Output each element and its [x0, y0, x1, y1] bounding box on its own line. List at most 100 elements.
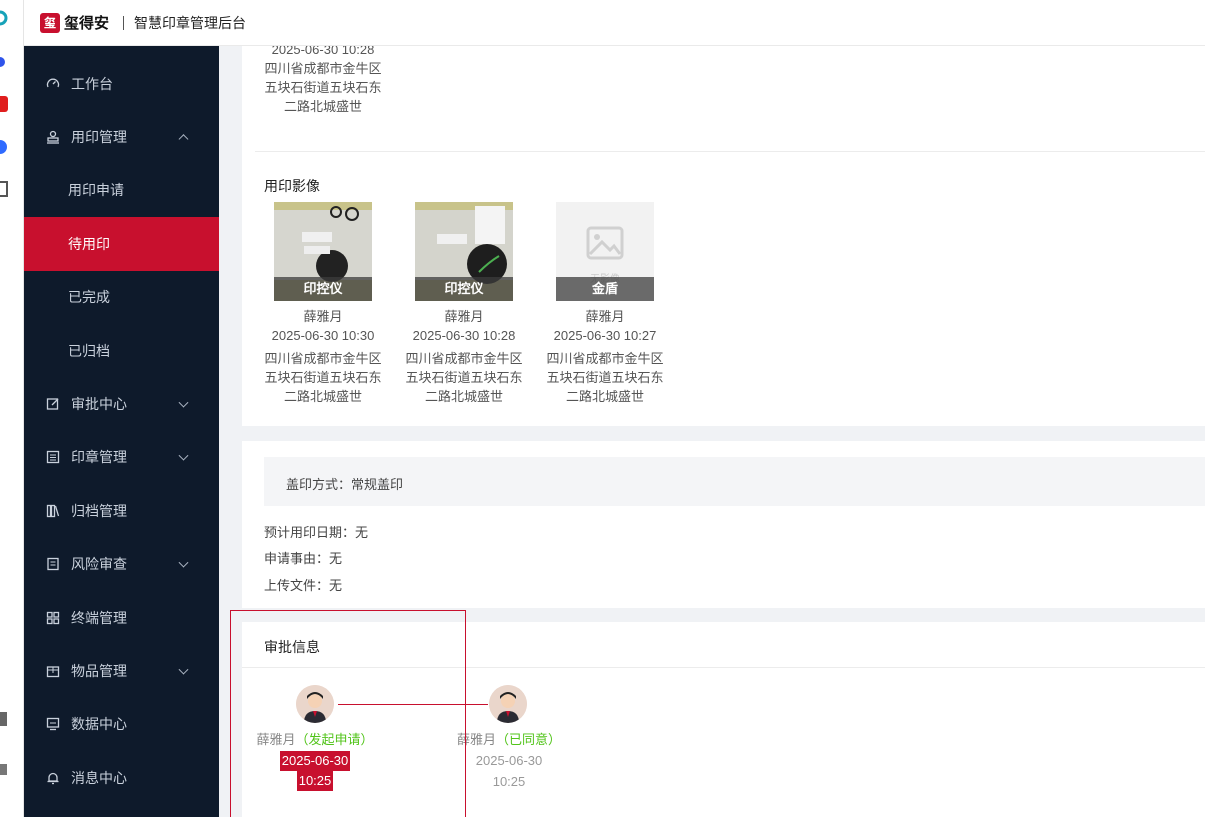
method-box: 盖印方式：常规盖印: [264, 457, 1205, 506]
operator-name: 薛雅月: [585, 309, 625, 324]
record-address-line: 四川省成都市金牛区: [264, 351, 382, 366]
device-label: 印控仪: [274, 277, 372, 301]
sidebar-item-label: 风险审查: [71, 556, 127, 573]
sidebar-item-seal-usage[interactable]: 用印管理: [24, 110, 219, 163]
divider: [242, 667, 1205, 668]
record-time: 2025-06-30 10:28: [412, 328, 516, 343]
app-ring-icon[interactable]: [0, 10, 8, 26]
approval-step: 薛雅月（发起申请） 2025-06-30 10:25: [250, 729, 380, 791]
record-address-line: 四川省成都市金牛区: [405, 351, 523, 366]
expected-date: 预计用印日期：无: [264, 525, 369, 540]
sidebar-item-label: 物品管理: [71, 662, 127, 679]
box-outline-icon[interactable]: [0, 181, 8, 197]
sidebar-subitem-apply[interactable]: 用印申请: [24, 164, 219, 217]
sidebar-subitem-pending[interactable]: 待用印: [24, 217, 219, 271]
stamp-photo[interactable]: 印控仪: [274, 202, 372, 301]
badge-icon[interactable]: [0, 96, 8, 112]
sidebar-item-goods[interactable]: 物品管理: [24, 644, 219, 697]
avatar: [489, 685, 527, 723]
stamp-method: 盖印方式：常规盖印: [286, 477, 404, 492]
record-time: 2025-06-30 10:27: [553, 328, 657, 343]
approval-time: 10:25: [492, 774, 526, 789]
stamp-icon: [46, 130, 60, 144]
stamp-image-item: 印控仪 薛雅月 2025-06-30 10:30 四川省成都市金牛区 五块石街道…: [263, 202, 383, 406]
approval-status: （发起申请）: [295, 732, 374, 747]
approval-date: 2025-06-30: [475, 753, 543, 768]
approval-status: （已同意）: [496, 732, 562, 747]
sidebar-item-label: 消息中心: [71, 769, 127, 786]
approval-connector: [338, 704, 488, 705]
approval-title: 审批信息: [264, 639, 320, 655]
record-address-line: 二路北城盛世: [283, 389, 362, 404]
sidebar-item-messages[interactable]: 消息中心: [24, 751, 219, 804]
approval-time: 10:25: [296, 771, 334, 791]
box-icon: [46, 664, 60, 678]
bag-icon[interactable]: [0, 760, 8, 776]
record-address-line: 二路北城盛世: [565, 389, 644, 404]
stamp-image-item: 无影像 金盾 薛雅月 2025-06-30 10:27 四川省成都市金牛区 五块…: [545, 202, 665, 406]
sidebar-nav: 工作台 用印管理 用印申请 待用印 已完成 已归档 审批中心 印章管理 归档管理…: [24, 46, 219, 817]
chevron-down-icon: [178, 451, 189, 461]
sidebar-item-approval[interactable]: 审批中心: [24, 377, 219, 430]
shield-icon: [46, 557, 60, 571]
divider: [255, 151, 1205, 152]
record-address-line: 五块石街道五块石东: [264, 370, 382, 385]
sidebar-item-label: 工作台: [71, 75, 113, 92]
sidebar-item-label: 数据中心: [71, 716, 127, 733]
stamp-photo-placeholder[interactable]: 无影像 金盾: [556, 202, 654, 301]
chevron-down-icon: [178, 397, 189, 408]
sidebar-item-data[interactable]: 数据中心: [24, 698, 219, 751]
approval-date: 2025-06-30: [279, 751, 351, 771]
apply-reason: 申请事由：无: [264, 551, 343, 566]
approver-name: 薛雅月: [256, 732, 296, 747]
sidebar-item-label: 终端管理: [71, 609, 127, 626]
operator-name: 薛雅月: [444, 309, 484, 324]
partial-record: 2025-06-30 10:28 四川省成都市金牛区 五块石街道五块石东 二路北…: [263, 46, 383, 116]
user-avatar-icon: [296, 685, 334, 723]
sidebar-subitem-completed[interactable]: 已完成: [24, 271, 219, 324]
bell-icon: [46, 771, 60, 785]
device-label: 印控仪: [415, 277, 513, 301]
doc-icon[interactable]: [0, 711, 8, 727]
sidebar-item-seals[interactable]: 印章管理: [24, 431, 219, 484]
list-icon: [46, 450, 60, 464]
chevron-down-icon: [178, 557, 189, 568]
sidebar-item-dashboard[interactable]: 工作台: [24, 57, 219, 110]
record-address-line: 四川省成都市金牛区: [264, 61, 382, 76]
header-divider: [123, 15, 125, 30]
sidebar-subitem-archived[interactable]: 已归档: [24, 324, 219, 377]
top-header: 玺 玺得安 智慧印章管理后台: [24, 0, 1205, 46]
approval-card: 审批信息 薛雅月（发起申请） 2025-06-30 10:25 薛雅月（已同意）…: [242, 622, 1205, 817]
books-icon: [46, 504, 60, 518]
sidebar-item-risk[interactable]: 风险审查: [24, 538, 219, 591]
operator-name: 薛雅月: [303, 309, 343, 324]
side-app-strip: [0, 0, 24, 817]
record-address-line: 二路北城盛世: [424, 389, 503, 404]
paw-icon[interactable]: [0, 54, 8, 70]
approval-step: 薛雅月（已同意） 2025-06-30 10:25: [444, 729, 574, 792]
brand-logo[interactable]: 玺 玺得安: [40, 12, 109, 33]
sidebar-item-terminals[interactable]: 终端管理: [24, 591, 219, 644]
record-address-line: 五块石街道五块石东: [546, 370, 664, 385]
stamp-image-item: 印控仪 薛雅月 2025-06-30 10:28 四川省成都市金牛区 五块石街道…: [404, 202, 524, 406]
sidebar-item-label: 归档管理: [71, 502, 127, 519]
dashboard-icon: [46, 77, 60, 91]
stamp-images-title: 用印影像: [264, 178, 320, 194]
user-avatar-icon: [489, 685, 527, 723]
device-label: 金盾: [556, 277, 654, 301]
brand-name: 玺得安: [64, 14, 110, 32]
record-address-line: 四川省成都市金牛区: [546, 351, 664, 366]
sidebar-item-label: 用印管理: [71, 129, 127, 146]
sidebar-item-label: 印章管理: [71, 449, 127, 466]
app-title: 智慧印章管理后台: [134, 14, 247, 31]
stamp-photo[interactable]: 印控仪: [415, 202, 513, 301]
record-address-line: 二路北城盛世: [283, 99, 362, 114]
stamp-image-card: 2025-06-30 10:28 四川省成都市金牛区 五块石街道五块石东 二路北…: [242, 46, 1205, 426]
approver-name: 薛雅月: [456, 732, 496, 747]
avatar: [296, 685, 334, 723]
record-address-line: 五块石街道五块石东: [264, 80, 382, 95]
chevron-up-icon: [178, 134, 189, 145]
record-address-line: 五块石街道五块石东: [405, 370, 523, 385]
blue-dot-icon[interactable]: [0, 139, 8, 155]
sidebar-item-archive[interactable]: 归档管理: [24, 484, 219, 537]
